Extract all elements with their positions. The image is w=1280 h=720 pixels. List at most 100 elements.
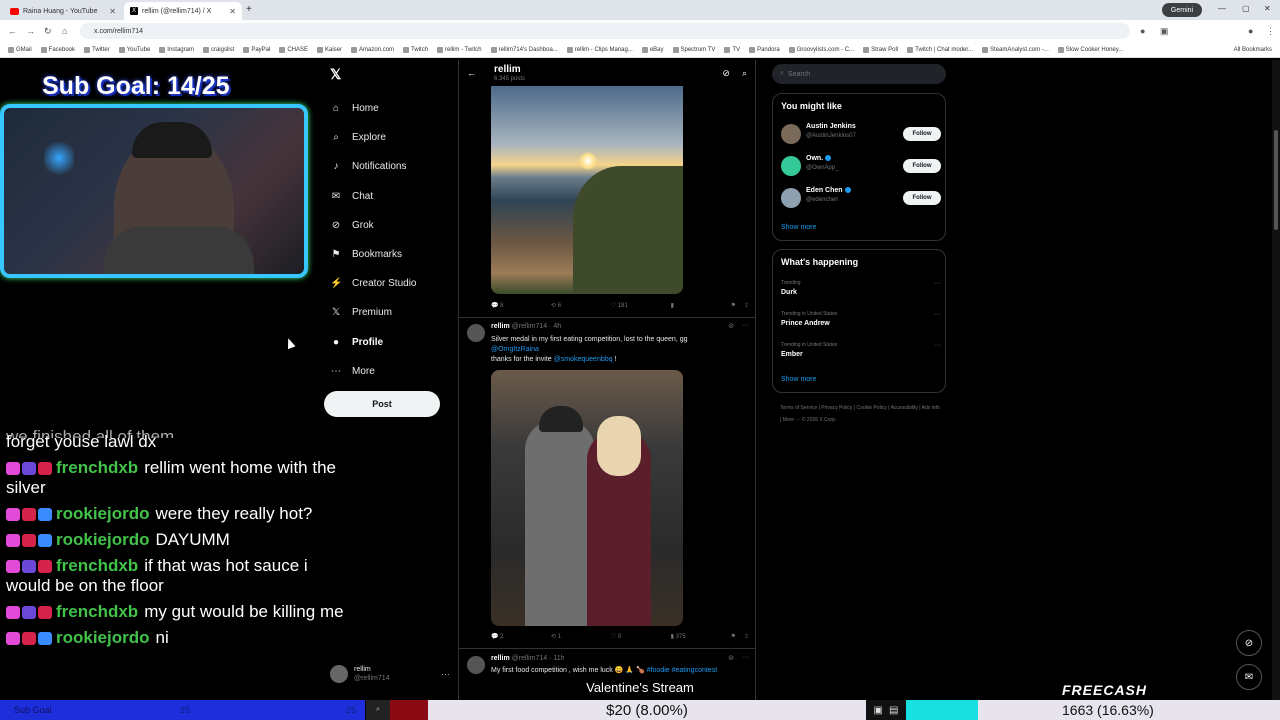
- repost-button[interactable]: ⟲ 6: [551, 302, 611, 309]
- avatar[interactable]: [467, 656, 485, 674]
- tweet-photo-medals[interactable]: [491, 370, 683, 626]
- tweet-photo-sunset[interactable]: [491, 86, 683, 294]
- grok-icon[interactable]: ⊘: [728, 654, 734, 662]
- bookmark-item[interactable]: rellim714's Dashboa...: [490, 46, 558, 53]
- grok-icon[interactable]: ⊘: [722, 68, 730, 79]
- suggested-user[interactable]: Austin Jenkins @AustinJenkins07 Follow: [781, 121, 941, 147]
- trend-item[interactable]: Trending in United States Ember ···: [781, 342, 941, 366]
- maximize-button[interactable]: ▢: [1242, 4, 1250, 13]
- chat-username[interactable]: rookiejordo: [56, 504, 150, 523]
- all-bookmarks-button[interactable]: All Bookmarks: [1234, 47, 1272, 53]
- reload-icon[interactable]: ↻: [44, 26, 52, 37]
- close-icon[interactable]: ✕: [229, 7, 236, 16]
- extension-icon[interactable]: ▣: [1160, 26, 1169, 37]
- share-icon[interactable]: ⇪: [744, 302, 749, 309]
- bookmark-item[interactable]: PayPal: [243, 46, 270, 53]
- bookmark-item[interactable]: GMail: [8, 46, 32, 53]
- more-dots-icon[interactable]: ···: [934, 280, 941, 287]
- share-icon[interactable]: ⇪: [744, 633, 749, 640]
- bookmark-item[interactable]: YouTube: [118, 46, 150, 53]
- reply-button[interactable]: 💬 2: [491, 633, 551, 640]
- mention-link[interactable]: @smokequeenbbq: [554, 356, 613, 363]
- grok-icon[interactable]: ⊘: [728, 322, 734, 330]
- chat-username[interactable]: rookiejordo: [56, 628, 150, 647]
- scrollbar-thumb[interactable]: [1274, 130, 1278, 230]
- trend-item[interactable]: Trending Durk ···: [781, 280, 941, 304]
- bookmark-item[interactable]: Slow Cooker Honey...: [1057, 46, 1123, 53]
- nav-item-notifications[interactable]: ♪ Notifications: [330, 152, 450, 181]
- nav-item-premium[interactable]: 𝕏 Premium: [330, 298, 450, 327]
- chat-username[interactable]: frenchdxb: [56, 458, 138, 477]
- hashtag-link[interactable]: #foodie #eatingcontest: [647, 667, 717, 674]
- show-more-link[interactable]: Show more: [781, 224, 816, 231]
- new-tab-button[interactable]: +: [246, 4, 252, 15]
- search-icon[interactable]: ⌕: [742, 68, 747, 79]
- like-button[interactable]: ♡ 0: [611, 633, 671, 640]
- bookmark-icon[interactable]: ⚑: [731, 633, 736, 640]
- tab-x-profile[interactable]: X rellim (@rellim714) / X ✕: [124, 2, 242, 20]
- more-dots-icon[interactable]: ···: [934, 311, 941, 318]
- search-input[interactable]: ⌕ Search: [772, 64, 946, 84]
- suggested-user[interactable]: Own. @OwnApp_ Follow: [781, 153, 941, 179]
- home-icon[interactable]: ⌂: [62, 26, 67, 36]
- bookmark-item[interactable]: craigslist: [202, 46, 234, 53]
- more-dots-icon[interactable]: ···: [742, 322, 749, 330]
- repost-button[interactable]: ⟲ 1: [551, 633, 611, 640]
- bookmark-item[interactable]: Kaiser: [317, 46, 342, 53]
- bookmark-item[interactable]: Spectrum TV: [672, 46, 715, 53]
- bookmark-item[interactable]: SteamAnalyst.com -...: [982, 46, 1049, 53]
- messages-floating-button[interactable]: ✉: [1236, 664, 1262, 690]
- menu-icon[interactable]: ⋮: [1266, 26, 1275, 37]
- chat-username[interactable]: frenchdxb: [56, 602, 138, 621]
- bookmark-item[interactable]: rellim - Twitch: [437, 46, 482, 53]
- nav-item-more[interactable]: ⋯ More: [330, 357, 450, 386]
- forward-arrow-icon[interactable]: →: [26, 26, 35, 36]
- chat-username[interactable]: rookiejordo: [56, 530, 150, 549]
- gemini-button[interactable]: Gemini: [1162, 3, 1202, 17]
- nav-item-home[interactable]: ⌂ Home: [330, 94, 450, 123]
- bookmark-item[interactable]: Twitter: [84, 46, 110, 53]
- back-arrow-icon[interactable]: ←: [467, 68, 476, 78]
- tab-youtube[interactable]: Raina Huang - YouTube ✕: [4, 2, 122, 20]
- account-switcher[interactable]: rellim @rellim714 ···: [330, 662, 450, 686]
- nav-item-grok[interactable]: ⊘ Grok: [330, 211, 450, 240]
- nav-item-bookmarks[interactable]: ⚑ Bookmarks: [330, 240, 450, 269]
- views-button[interactable]: ▮: [671, 302, 731, 309]
- bookmark-item[interactable]: Twitch | Chat moder...: [907, 46, 973, 53]
- extension-icon[interactable]: ●: [1140, 26, 1145, 36]
- bookmark-item[interactable]: Groovylists.com - C...: [788, 46, 854, 53]
- post-button[interactable]: Post: [324, 391, 440, 417]
- bookmark-item[interactable]: Straw Poll: [863, 46, 898, 53]
- profile-avatar-icon[interactable]: ●: [1248, 26, 1253, 36]
- follow-button[interactable]: Follow: [903, 191, 941, 205]
- views-button[interactable]: ▮ 375: [671, 633, 731, 640]
- minimize-button[interactable]: —: [1218, 4, 1226, 13]
- bookmark-item[interactable]: Instagram: [159, 46, 194, 53]
- footer-links[interactable]: Terms of Service | Privacy Policy | Cook…: [780, 402, 940, 426]
- nav-item-profile[interactable]: ● Profile: [330, 328, 450, 357]
- follow-button[interactable]: Follow: [903, 127, 941, 141]
- tweet-author[interactable]: rellim: [491, 655, 510, 662]
- grok-floating-button[interactable]: ⊘: [1236, 630, 1262, 656]
- avatar[interactable]: [467, 324, 485, 342]
- bookmark-item[interactable]: rellim - Clips Manag...: [566, 46, 633, 53]
- bookmark-item[interactable]: eBay: [641, 46, 664, 53]
- bookmark-item[interactable]: Amazon.com: [351, 46, 394, 53]
- suggested-user[interactable]: Eden Chen @edenchen Follow: [781, 185, 941, 211]
- nav-item-explore[interactable]: ⌕ Explore: [330, 123, 450, 152]
- tweet-author[interactable]: rellim: [491, 323, 510, 330]
- close-icon[interactable]: ✕: [109, 7, 116, 16]
- url-input[interactable]: x.com/rellim714: [80, 23, 1130, 39]
- window-close-button[interactable]: ✕: [1264, 4, 1271, 13]
- bookmark-item[interactable]: Twitch: [403, 46, 428, 53]
- nav-item-chat[interactable]: ✉ Chat: [330, 182, 450, 211]
- nav-item-creator-studio[interactable]: ⚡ Creator Studio: [330, 269, 450, 298]
- bookmark-item[interactable]: Facebook: [40, 46, 75, 53]
- show-more-link[interactable]: Show more: [781, 376, 816, 383]
- bookmark-item[interactable]: TV: [724, 46, 740, 53]
- bookmark-item[interactable]: Pandora: [749, 46, 780, 53]
- chat-username[interactable]: frenchdxb: [56, 556, 138, 575]
- mention-link[interactable]: @OmgItzRaina: [491, 346, 539, 353]
- reply-button[interactable]: 💬 8: [491, 302, 551, 309]
- bookmark-icon[interactable]: ⚑: [731, 302, 736, 309]
